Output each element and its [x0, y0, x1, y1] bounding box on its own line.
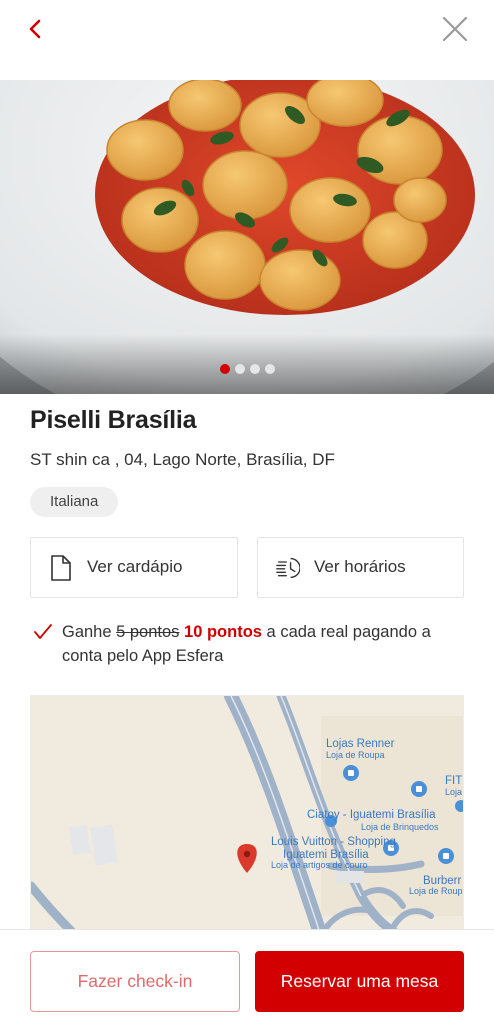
- document-icon: [51, 555, 71, 581]
- map-label-lv-line1: Louis Vuitton - Shopping: [271, 836, 396, 848]
- carousel-dot-4[interactable]: [264, 364, 275, 374]
- view-hours-button[interactable]: Ver horários: [257, 537, 464, 598]
- map-label-ciatoy: Ciatoy - Iguatemi Brasília: [307, 809, 436, 821]
- map-label-fit-sub: Loja: [445, 787, 462, 797]
- view-menu-button[interactable]: Ver cardápio: [30, 537, 238, 598]
- carousel-dot-2[interactable]: [234, 364, 245, 374]
- points-new-value: 10 pontos: [184, 623, 262, 641]
- map-label-renner-sub: Loja de Roupa: [326, 750, 385, 760]
- points-text: Ganhe 5 pontos 10 pontos a cada real pag…: [62, 620, 462, 668]
- view-hours-label: Ver horários: [314, 557, 406, 576]
- restaurant-name: Piselli Brasília: [30, 406, 197, 434]
- map-label-ciatoy-sub: Loja de Brinquedos: [361, 822, 439, 832]
- hero-image-carousel[interactable]: [0, 80, 494, 394]
- check-icon: [34, 624, 52, 639]
- top-bar: [0, 0, 494, 80]
- points-old-value: 5 pontos: [116, 623, 180, 641]
- category-chip: Italiana: [30, 487, 119, 517]
- points-prefix: Ganhe: [62, 623, 117, 641]
- close-icon: [442, 16, 468, 42]
- map-label-fit: FIT: [445, 775, 462, 787]
- map-label-renner: Lojas Renner: [326, 738, 395, 750]
- carousel-dot-1[interactable]: [219, 364, 230, 374]
- carousel-indicator: [0, 364, 494, 374]
- chevron-left-icon: [29, 19, 41, 39]
- clock-list-icon: [276, 557, 300, 579]
- map-label-burberry-sub: Loja de Roup: [409, 886, 463, 896]
- reserve-table-button[interactable]: Reservar uma mesa: [255, 951, 464, 1012]
- carousel-dot-3[interactable]: [249, 364, 260, 374]
- bottom-action-bar: Fazer check-in Reservar uma mesa: [0, 929, 494, 1024]
- map-label-lv-sub: Loja de artigos de couro: [271, 860, 368, 870]
- back-button[interactable]: [22, 14, 52, 44]
- location-map[interactable]: Lojas Renner Loja de Roupa FIT Loja Ciat…: [30, 695, 464, 935]
- map-canvas: Lojas Renner Loja de Roupa FIT Loja Ciat…: [31, 696, 463, 934]
- close-button[interactable]: [440, 14, 470, 44]
- restaurant-address: ST shin ca , 04, Lago Norte, Brasília, D…: [30, 450, 335, 469]
- view-menu-label: Ver cardápio: [87, 557, 183, 576]
- checkin-button[interactable]: Fazer check-in: [30, 951, 240, 1012]
